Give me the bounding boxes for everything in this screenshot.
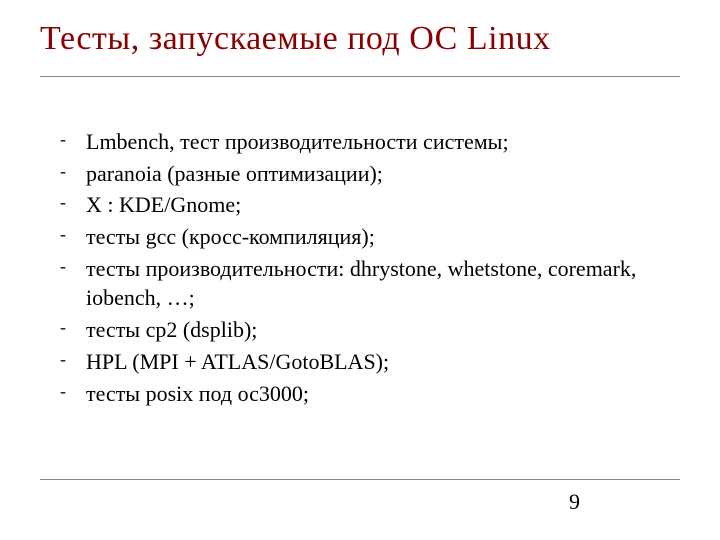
list-item: HPL (MPI + ATLAS/GotoBLAS);	[50, 347, 680, 377]
list-item: тесты ср2 (dsplib);	[50, 315, 680, 345]
slide: Тесты, запускаемые под ОС Linux Lmbench,…	[0, 0, 720, 540]
page-number: 9	[569, 489, 580, 515]
divider	[40, 479, 680, 480]
page-title: Тесты, запускаемые под ОС Linux	[40, 20, 680, 77]
list-item: тесты posix под ос3000;	[50, 379, 680, 409]
content-area: Lmbench, тест производительности системы…	[40, 127, 680, 408]
list-item: тесты производительности: dhrystone, whe…	[50, 254, 680, 313]
list-item: тесты gcc (кросс-компиляция);	[50, 222, 680, 252]
list-item: Lmbench, тест производительности системы…	[50, 127, 680, 157]
list-item: X : KDE/Gnome;	[50, 190, 680, 220]
bullet-list: Lmbench, тест производительности системы…	[50, 127, 680, 408]
list-item: paranoia (разные оптимизации);	[50, 159, 680, 189]
